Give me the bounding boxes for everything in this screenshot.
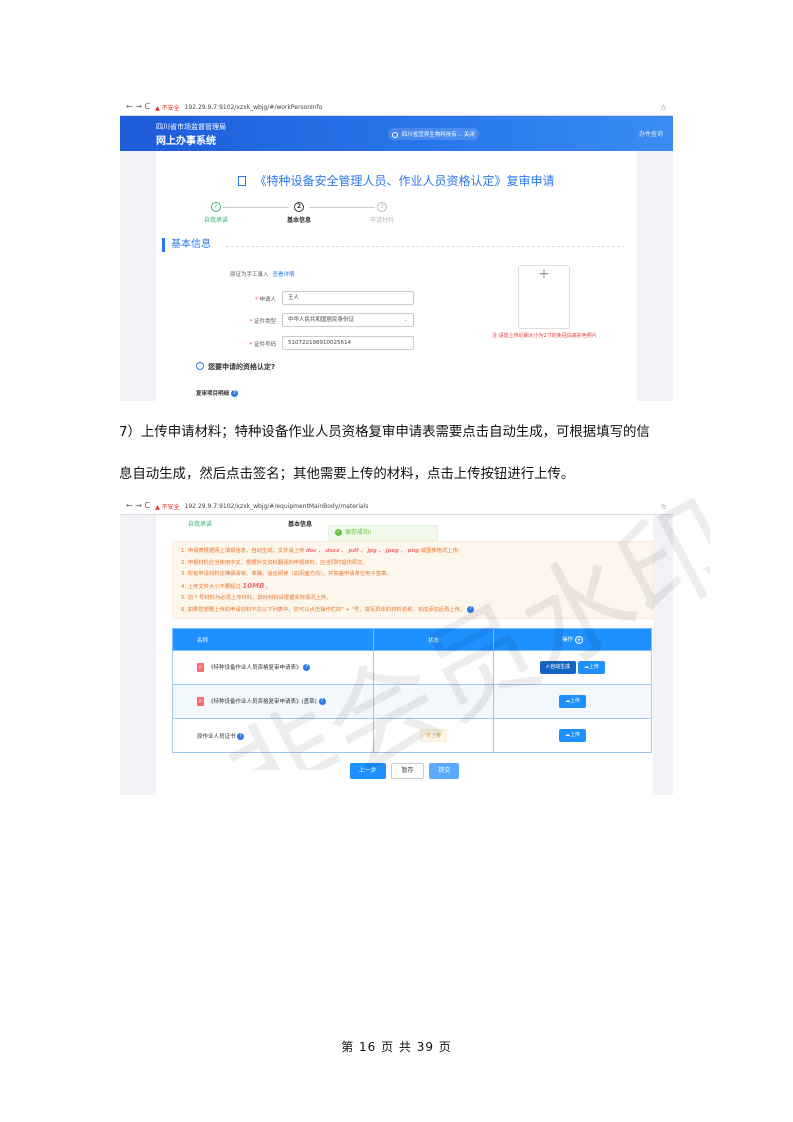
application-title: 《特种设备安全管理人员、作业人员资格认定》复审申请 xyxy=(156,172,637,189)
save-success-toast: ✓ 保存成功! xyxy=(328,525,438,541)
upload-button[interactable]: ☁上传 xyxy=(558,695,586,708)
step-label: 基本信息 xyxy=(286,217,311,224)
plus-icon: + xyxy=(538,266,550,282)
address-bar[interactable]: 192.29.9.7:9102/xzxk_wbjg/#/equipmentMai… xyxy=(185,503,655,510)
help-icon[interactable]: ? xyxy=(318,698,326,705)
step-indicator: 自我承诺 基本信息 xyxy=(170,515,350,529)
header-right-link[interactable]: 办件查询 xyxy=(639,129,663,138)
notice-line: 5. 加 * 号材料为必须上传材料，其他材料请根据实际情况上传。 xyxy=(181,595,332,602)
submit-button[interactable]: 提交 xyxy=(429,763,460,779)
step-2: 2 基本信息 xyxy=(279,202,319,224)
id-number-input[interactable]: 510722198910025614 xyxy=(282,336,414,350)
screenshot-materials: ← → C ▲ 不安全 192.29.9.7:9102/xzxk_wbjg/#/… xyxy=(120,498,673,795)
browser-toolbar: ← → C ▲ 不安全 192.29.9.7:9102/xzxk_wbjg/#/… xyxy=(120,99,673,116)
auto-generate-button[interactable]: ✍自动生成 xyxy=(539,661,577,674)
step-label: 自我承诺 xyxy=(188,521,213,528)
form-actions: 上一步 暂存 提交 xyxy=(156,763,653,779)
material-status: 未上传 xyxy=(373,718,494,753)
material-ops: ☁上传 xyxy=(492,718,653,753)
material-ops: ✍自动生成 ☁上传 xyxy=(492,650,653,685)
help-icon[interactable]: ? xyxy=(237,732,245,740)
org-name: 四川省市场监督管理局 xyxy=(156,123,226,131)
notice-line: 1. 申请表根据网上填报信息，自动生成；文件请上传 doc 、 docx 、 p… xyxy=(181,548,460,554)
step-number: 3 xyxy=(377,202,387,212)
bookmark-star-icon[interactable]: ☆ xyxy=(660,502,667,511)
help-icon[interactable]: ? xyxy=(303,664,311,671)
notice-line: 2. 申报材料应当使用中文，根据外文资料翻译的申报资料，应当同时提供原文。 xyxy=(181,559,368,566)
upload-button[interactable]: ☁上传 xyxy=(558,729,586,742)
applicant-input[interactable]: 王人 xyxy=(282,291,414,305)
step-label: 申请材料 xyxy=(369,217,394,224)
not-secure-indicator: ▲ 不安全 xyxy=(155,104,180,112)
user-pill[interactable]: 四川省宜宾生物科技有... 关闭 xyxy=(388,128,479,140)
column-header-ops: 操作 + xyxy=(492,628,653,651)
add-material-icon[interactable]: + xyxy=(574,635,583,644)
notice-line: 3. 所有申请材料应确保清晰、准确、适合阅读（如页面方向），并加盖申请单位电子签… xyxy=(181,571,392,578)
prev-step-button[interactable]: 上一步 xyxy=(349,763,386,779)
application-card: 《特种设备安全管理人员、作业人员资格认定》复审申请 ✓ 自我承诺 2 基本信息 … xyxy=(156,151,637,401)
table-row: P 《特种设备作业人员资格复审申请表》(盖章) ? ☁上传 xyxy=(171,684,653,719)
material-name: P 《特种设备作业人员资格复审申请表》(盖章) ? xyxy=(171,684,375,719)
review-item-detail: 复审项目明细 ? xyxy=(196,389,238,397)
section-divider xyxy=(226,246,625,247)
browser-nav-icons[interactable]: ← → C xyxy=(126,103,150,111)
system-name: 网上办事系统 xyxy=(156,136,216,147)
page-footer: 第 16 页 共 39 页 xyxy=(341,1040,452,1054)
manual-entry-note: 原证为手工录入 查看详情 xyxy=(230,272,295,278)
step-indicator: ✓ 自我承诺 2 基本信息 3 申请材料 xyxy=(196,202,416,228)
check-icon: ✓ xyxy=(211,202,221,212)
check-icon: ✓ xyxy=(335,529,342,536)
step-1: ✓ 自我承诺 xyxy=(196,202,236,224)
step-label: 基本信息 xyxy=(288,521,313,528)
upload-button[interactable]: ☁上传 xyxy=(577,661,605,674)
instruction-line-1: 7）上传申请材料；特种设备作业人员资格复审申请表需要点击自动生成，可根据填写的信 xyxy=(119,425,650,440)
pdf-file-icon: P xyxy=(197,697,204,706)
section-title: 基本信息 xyxy=(162,238,211,252)
notice-line: 4. 上传文件大小不要超过 10MB 。 xyxy=(181,581,272,590)
step-3: 3 申请材料 xyxy=(362,202,402,224)
address-bar[interactable]: 192.29.9.7:9102/xzxk_wbjg/#/workPersonIn… xyxy=(185,104,655,111)
step-label: 自我承诺 xyxy=(203,217,228,224)
table-row: P 《特种设备作业人员资格复审申请表》 ? ✍自动生成 ☁上传 xyxy=(171,650,653,685)
browser-toolbar: ← → C ▲ 不安全 192.29.9.7:9102/xzxk_wbjg/#/… xyxy=(120,498,673,515)
materials-card: 自我承诺 基本信息 ✓ 保存成功! 1. 申请表根据网上填报信息，自动生成；文件请… xyxy=(156,515,653,795)
upload-notice: 1. 申请表根据网上填报信息，自动生成；文件请上传 doc 、 docx 、 p… xyxy=(172,541,653,619)
material-name: 原作业人员证书 ? xyxy=(171,718,375,753)
view-detail-link[interactable]: 查看详情 xyxy=(273,272,295,278)
pdf-file-icon: P xyxy=(197,663,204,672)
status-badge: 未上传 xyxy=(420,729,448,742)
collapse-icon xyxy=(196,362,204,370)
not-secure-indicator: ▲ 不安全 xyxy=(155,503,180,511)
save-draft-button[interactable]: 暂存 xyxy=(391,763,424,779)
photo-upload-note: 注:请您上传近期大小为2寸的免冠白底彩色照片 xyxy=(492,333,597,339)
material-status xyxy=(373,650,494,685)
table-row: 原作业人员证书 ? 未上传 ☁上传 xyxy=(171,718,653,753)
instruction-line-2: 息自动生成，然后点击签名；其他需要上传的材料，点击上传按钮进行上传。 xyxy=(119,467,575,482)
chevron-down-icon: ⌄ xyxy=(403,317,408,323)
browser-nav-icons[interactable]: ← → C xyxy=(126,502,150,510)
step-number: 2 xyxy=(294,202,304,212)
photo-upload[interactable]: + xyxy=(518,265,570,329)
column-header: 状态 xyxy=(373,628,494,651)
materials-table: 名称 状态 操作 + P 《特种设备作业人员资格复审申请表》 ? ✍自动生成 ☁上传… xyxy=(171,628,653,753)
material-name: P 《特种设备作业人员资格复审申请表》 ? xyxy=(171,650,375,685)
user-name: 四川省宜宾生物科技有... xyxy=(401,132,462,138)
user-icon xyxy=(392,131,398,138)
material-status xyxy=(373,684,494,719)
help-icon[interactable]: ? xyxy=(230,390,238,397)
column-header: 名称 xyxy=(171,628,375,651)
document-icon xyxy=(238,176,247,186)
close-link[interactable]: 关闭 xyxy=(464,132,475,138)
material-ops: ☁上传 xyxy=(492,684,653,719)
notice-line: 6. 如果您想要上传的申请材料不在以下列表中，您可以点击操作栏的" + "号，填… xyxy=(181,605,644,617)
system-header: 四川省市场监督管理局 网上办事系统 四川省宜宾生物科技有... 关闭 办件查询 xyxy=(120,116,673,151)
help-icon[interactable]: ? xyxy=(466,605,474,613)
qualification-question[interactable]: 您要申请的资格认定? xyxy=(196,362,275,372)
bookmark-star-icon[interactable]: ☆ xyxy=(660,103,667,112)
id-type-select[interactable]: 中华人民共和国居民身份证 ⌄ xyxy=(282,313,414,327)
screenshot-person-info: ← → C ▲ 不安全 192.29.9.7:9102/xzxk_wbjg/#/… xyxy=(120,99,673,401)
